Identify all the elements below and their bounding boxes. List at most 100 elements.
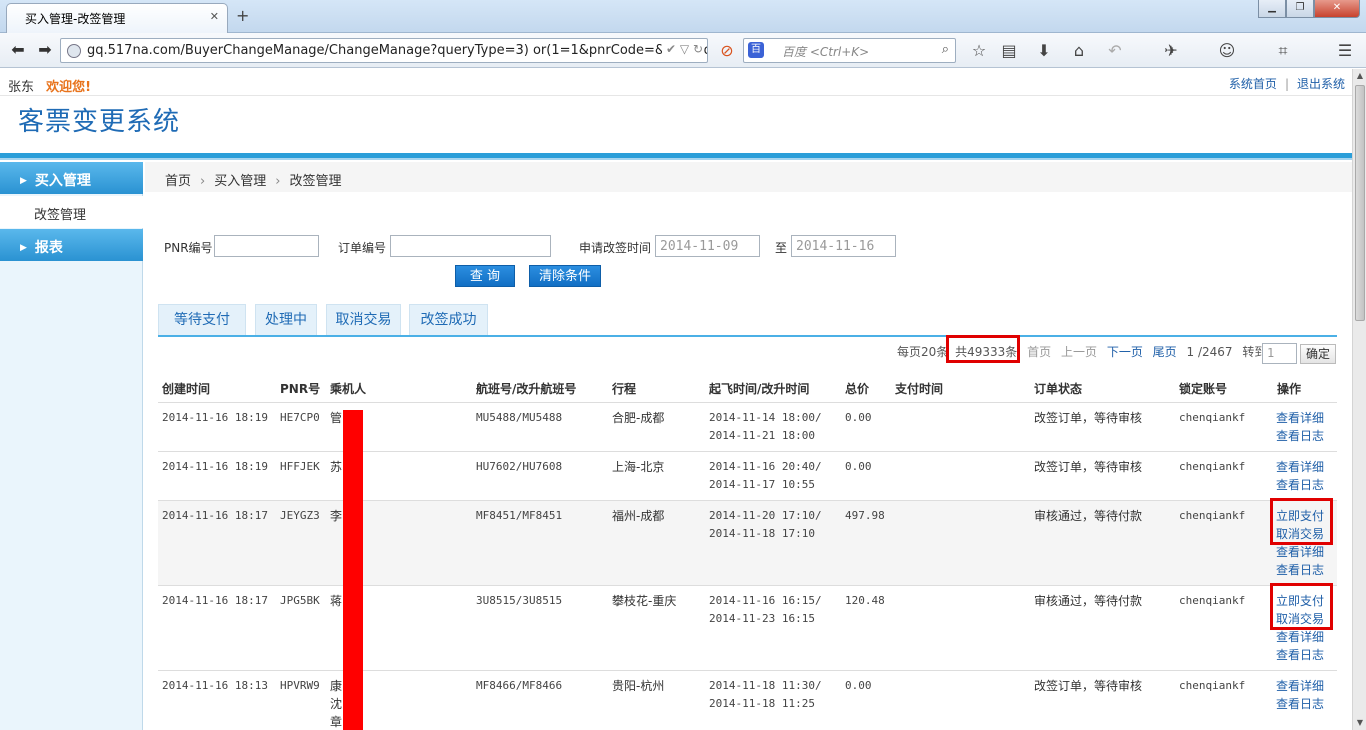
minimize-button[interactable]: ▁ (1258, 0, 1286, 18)
tab-success[interactable]: 改签成功 (409, 304, 488, 336)
forward-icon[interactable]: ➡ (33, 39, 57, 63)
goto-page-input[interactable]: 1 (1262, 343, 1297, 364)
col-status: 订单状态 (1034, 382, 1083, 396)
close-icon[interactable]: ✕ (210, 10, 219, 23)
departure-changed: 2014-11-18 17:10 (709, 527, 815, 540)
view-detail-link[interactable]: 查看详细 (1276, 677, 1324, 695)
cell-status: 改签订单，等待审核 (1034, 411, 1143, 425)
first-page-link[interactable]: 首页 (1027, 345, 1051, 359)
view-log-link[interactable]: 查看日志 (1276, 476, 1324, 494)
col-passenger: 乘机人 (330, 382, 367, 396)
chevron-right-icon: › (275, 174, 281, 189)
header-divider (0, 153, 1352, 160)
scrollbar-thumb[interactable] (1355, 85, 1365, 321)
block-icon[interactable]: ⊘ (716, 40, 738, 62)
baidu-icon: 百 (748, 42, 764, 58)
browser-titlebar: 买入管理-改签管理 ✕ + ▁ ❐ ✕ (0, 0, 1366, 33)
scroll-down-icon[interactable]: ▼ (1353, 716, 1366, 730)
cell-passenger: 康沈章 (330, 677, 342, 730)
highlight-box-total (946, 335, 1020, 363)
browser-tab-title: 买入管理-改签管理 (25, 12, 126, 26)
sidebar: ▶ 买入管理 改签管理 ▶ 报表 (0, 162, 143, 730)
cell-route: 福州-成都 (612, 509, 665, 523)
search-icon[interactable]: ⌕ (942, 42, 949, 57)
view-log-link[interactable]: 查看日志 (1276, 561, 1324, 579)
logout-link[interactable]: 退出系统 (1297, 77, 1345, 91)
view-log-link[interactable]: 查看日志 (1276, 646, 1324, 664)
menu-icon[interactable]: ☰ (1334, 40, 1356, 62)
pnr-label: PNR编号 (164, 241, 213, 255)
crop-icon[interactable]: ⌗ (1272, 40, 1294, 62)
cell-price: 0.00 (845, 411, 872, 424)
cell-flight: HU7602/HU7608 (476, 460, 563, 473)
reading-list-icon[interactable]: ▤ (998, 40, 1020, 62)
departure-changed: 2014-11-17 10:55 (709, 478, 815, 491)
face-icon[interactable]: ☺ (1216, 40, 1238, 62)
last-page-link[interactable]: 尾页 (1153, 345, 1177, 359)
new-tab-button[interactable]: + (236, 6, 249, 25)
home-icon[interactable]: ⌂ (1068, 40, 1090, 62)
view-log-link[interactable]: 查看日志 (1276, 427, 1324, 445)
breadcrumb-level1[interactable]: 买入管理 (214, 174, 266, 189)
departure-changed: 2014-11-18 11:25 (709, 697, 815, 710)
cell-created: 2014-11-16 18:13 (162, 679, 268, 692)
url-bar[interactable]: gq.517na.com/BuyerChangeManage/ChangeMan… (60, 38, 708, 63)
cell-flight: MU5488/MU5488 (476, 411, 563, 424)
reload-icon[interactable]: ✔ ▽ ↻ (662, 42, 703, 56)
date-from-input[interactable]: 2014-11-09 (655, 235, 760, 257)
cell-route: 上海-北京 (612, 460, 665, 474)
cell-status: 改签订单，等待审核 (1034, 679, 1143, 693)
star-icon[interactable]: ☆ (968, 40, 990, 62)
clear-button[interactable]: 清除条件 (529, 265, 601, 287)
date-to-input[interactable]: 2014-11-16 (791, 235, 896, 257)
pnr-input[interactable] (214, 235, 319, 257)
addon-icon[interactable]: ✈ (1160, 40, 1182, 62)
system-home-link[interactable]: 系统首页 (1229, 77, 1277, 91)
download-icon[interactable]: ⬇ (1033, 40, 1055, 62)
cell-operations: 查看详细 查看日志 (1276, 458, 1324, 494)
browser-tab[interactable]: 买入管理-改签管理 ✕ (6, 3, 228, 33)
vertical-scrollbar[interactable]: ▲ ▼ (1352, 69, 1366, 730)
redaction-bar (343, 410, 363, 730)
cell-created: 2014-11-16 18:17 (162, 509, 268, 522)
search-placeholder: 百度 <Ctrl+K> (782, 45, 870, 59)
breadcrumb: 首页 › 买入管理 › 改签管理 (145, 162, 1352, 192)
view-detail-link[interactable]: 查看详细 (1276, 458, 1324, 476)
top-links: 系统首页 | 退出系统 (1228, 77, 1345, 91)
view-detail-link[interactable]: 查看详细 (1276, 409, 1324, 427)
sidebar-section-buy[interactable]: ▶ 买入管理 (0, 162, 143, 194)
scroll-up-icon[interactable]: ▲ (1353, 69, 1366, 83)
cell-departure: 2014-11-14 18:00/2014-11-21 18:00 (709, 409, 822, 445)
view-detail-link[interactable]: 查看详细 (1276, 628, 1324, 646)
cell-pnr: HFFJEK (280, 460, 320, 473)
next-page-link[interactable]: 下一页 (1107, 345, 1143, 359)
breadcrumb-home[interactable]: 首页 (165, 174, 191, 189)
tab-cancelled[interactable]: 取消交易 (326, 304, 401, 336)
col-flight: 航班号/改升航班号 (476, 382, 577, 396)
cell-account: chenqiankf (1179, 509, 1246, 522)
search-input[interactable]: 百 百度 <Ctrl+K> ⌕ (743, 38, 956, 63)
cell-departure: 2014-11-16 20:40/2014-11-17 10:55 (709, 458, 822, 494)
cell-pnr: HE7CP0 (280, 411, 320, 424)
back-icon[interactable]: ⬅ (6, 39, 30, 63)
view-log-link[interactable]: 查看日志 (1276, 695, 1324, 713)
tab-processing[interactable]: 处理中 (255, 304, 317, 336)
maximize-button[interactable]: ❐ (1286, 0, 1314, 18)
tab-waiting-payment[interactable]: 等待支付 (158, 304, 246, 336)
prev-page-link[interactable]: 上一页 (1061, 345, 1097, 359)
cell-flight: MF8451/MF8451 (476, 509, 563, 522)
order-input[interactable] (390, 235, 551, 257)
cell-departure: 2014-11-18 11:30/2014-11-18 11:25 (709, 677, 822, 713)
cell-price: 0.00 (845, 460, 872, 473)
view-detail-link[interactable]: 查看详细 (1276, 543, 1324, 561)
order-label: 订单编号 (338, 241, 387, 255)
tab-underline (158, 335, 1337, 337)
undo-icon[interactable]: ↶ (1104, 40, 1126, 62)
sidebar-section-report[interactable]: ▶ 报表 (0, 229, 143, 261)
window-close-button[interactable]: ✕ (1314, 0, 1360, 18)
sidebar-item-change[interactable]: 改签管理 (0, 196, 143, 228)
col-account: 锁定账号 (1179, 382, 1228, 396)
departure-changed: 2014-11-23 16:15 (709, 612, 815, 625)
query-button[interactable]: 查 询 (455, 265, 515, 287)
confirm-button[interactable]: 确定 (1300, 344, 1336, 364)
